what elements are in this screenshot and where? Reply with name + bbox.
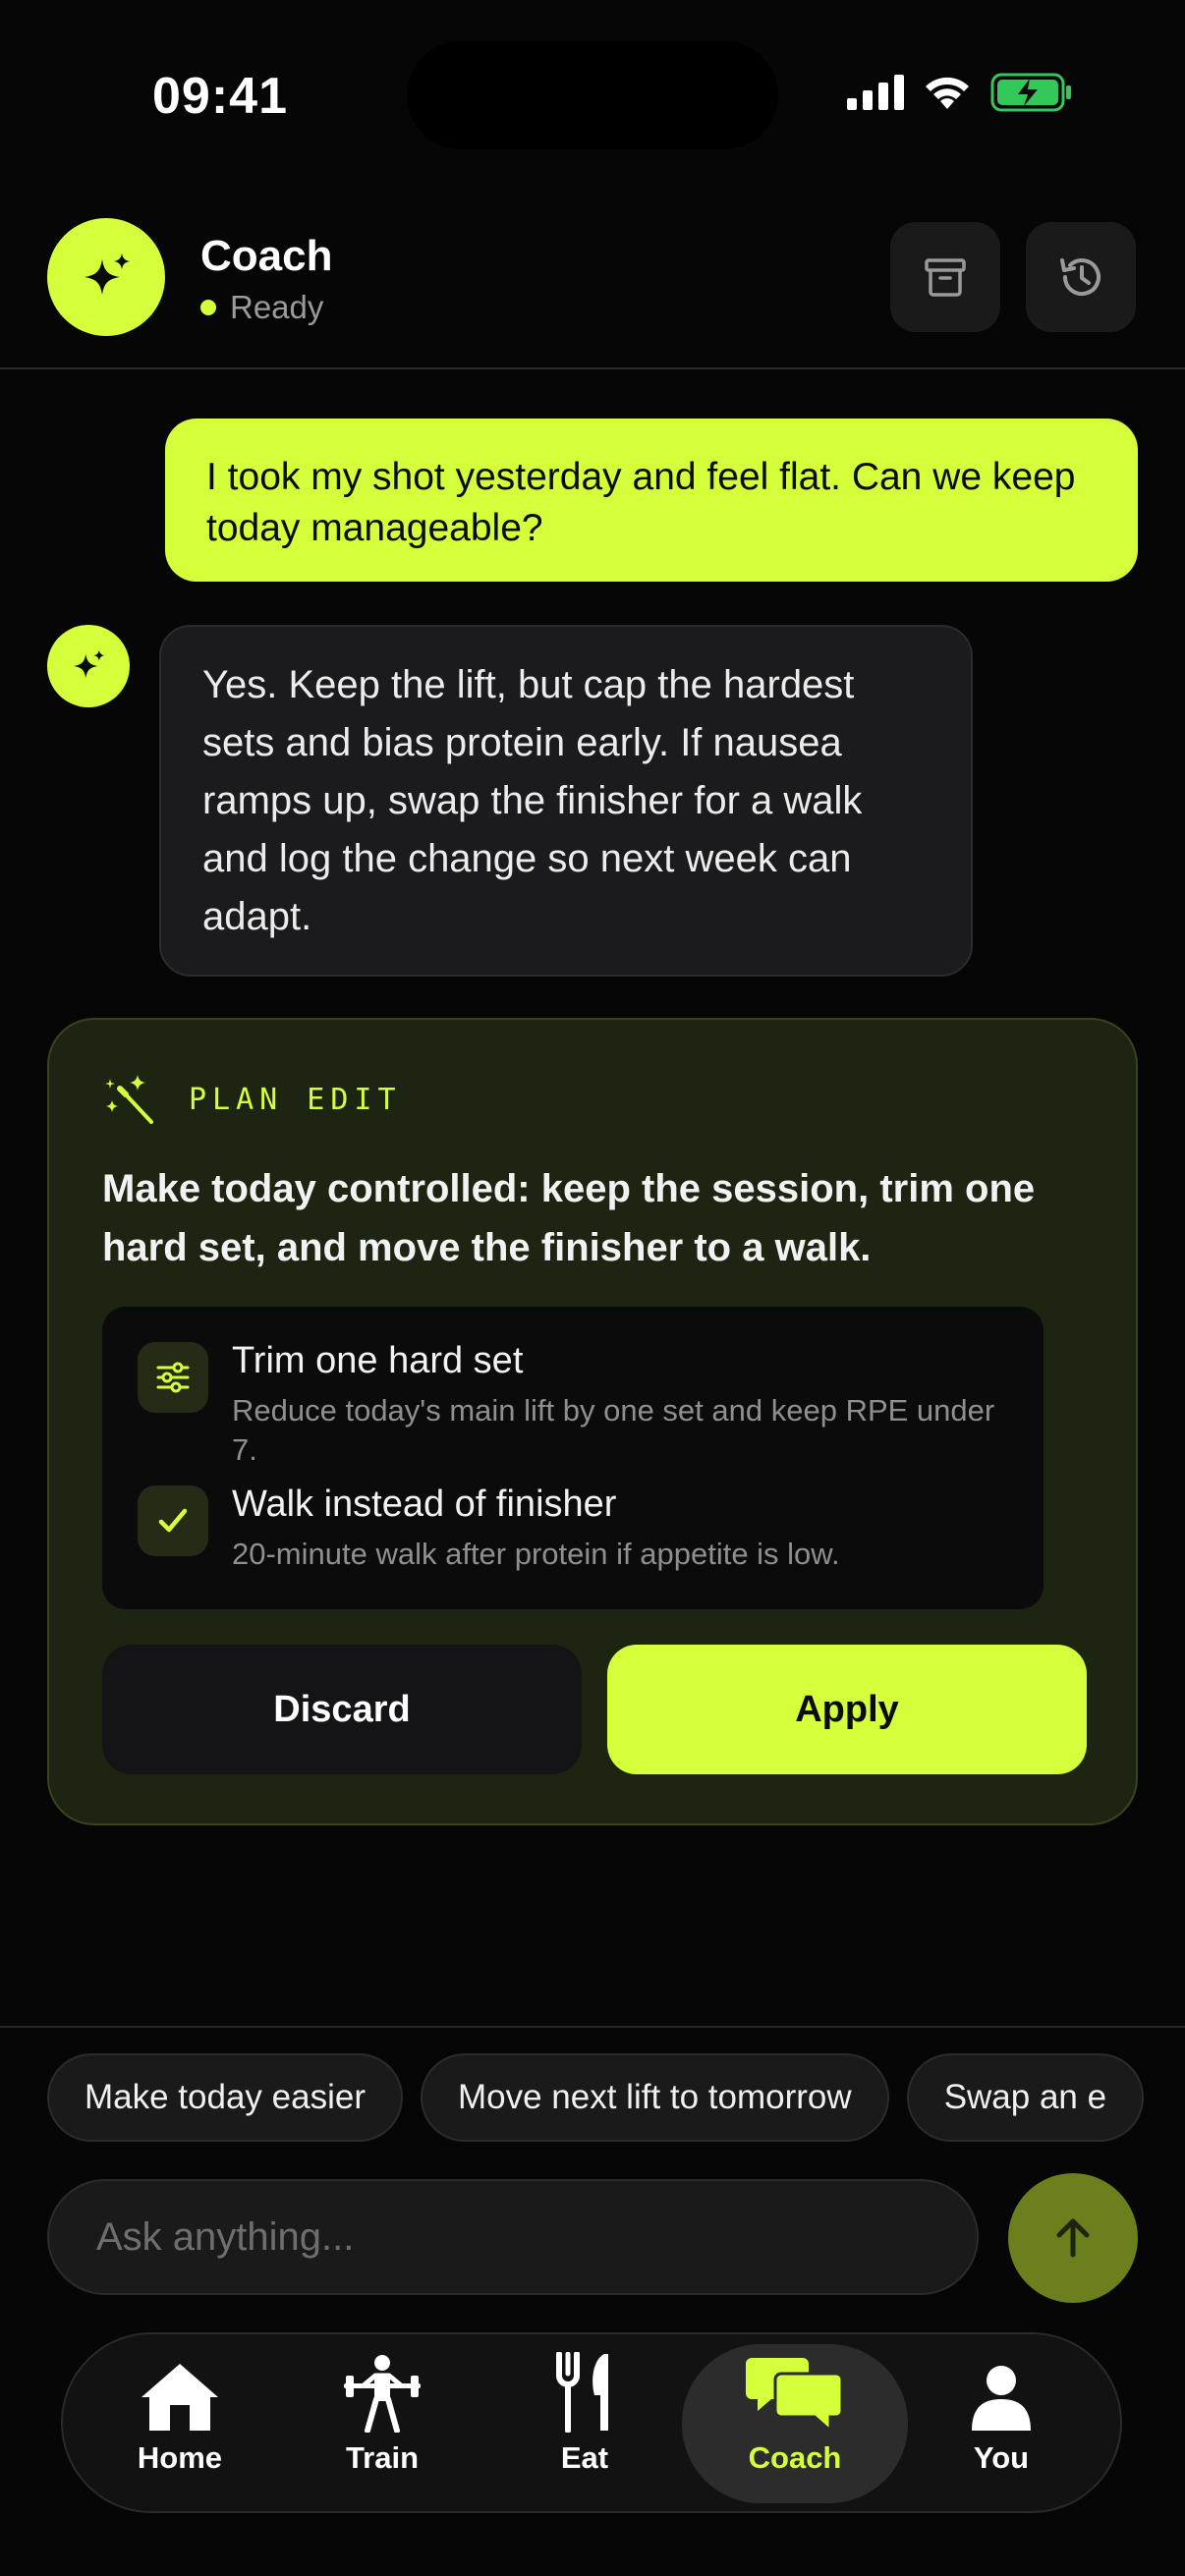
dynamic-island (407, 41, 778, 149)
plan-edit-card: PLAN EDIT Make today controlled: keep th… (47, 1018, 1138, 1825)
sparkles-icon (85, 253, 130, 295)
utensils-icon (556, 2352, 608, 2433)
coach-avatar-small (47, 625, 130, 707)
check-icon (158, 1508, 188, 1533)
plan-edit-summary: Make today controlled: keep the session,… (102, 1167, 1036, 1269)
chat-icon (746, 2358, 844, 2433)
change-item-description: 20-minute walk after protein if appetite… (232, 1537, 840, 1571)
barbell-icon (344, 2355, 421, 2433)
archive-button[interactable] (890, 222, 1000, 332)
status-icons (847, 73, 1073, 112)
status-label: Ready (230, 289, 324, 325)
plan-changes-list: Trim one hard set Reduce today's main li… (102, 1307, 1044, 1609)
coach-screen: 09:41 Coach Ready I took my shot yesterd… (0, 0, 1185, 2576)
magic-wand-icon (105, 1075, 153, 1124)
change-item-title: Walk instead of finisher (232, 1484, 617, 1525)
user-icon (972, 2366, 1031, 2431)
tab-label: Home (137, 2440, 223, 2475)
tab-label: Eat (560, 2440, 609, 2475)
change-item-title: Trim one hard set (232, 1340, 524, 1381)
sliders-icon (156, 1362, 190, 1393)
history-icon (1060, 258, 1100, 297)
history-button[interactable] (1026, 222, 1136, 332)
send-button[interactable] (1008, 2173, 1138, 2303)
coach-title: Coach (200, 232, 333, 280)
home-icon (141, 2364, 218, 2431)
user-message: I took my shot yesterday and feel flat. … (165, 419, 1138, 582)
tab-bar: Home Train Eat Coach You (61, 2332, 1122, 2513)
wifi-icon (926, 77, 969, 109)
status-dot (200, 300, 216, 315)
tab-label: You (973, 2440, 1030, 2475)
suggestion-chip[interactable]: Make today easier (47, 2053, 403, 2142)
tab-eat[interactable]: Eat (491, 2344, 678, 2503)
composer-divider (0, 2026, 1185, 2028)
archive-icon (925, 258, 966, 297)
change-item-description: Reduce today's main lift by one set and … (232, 1393, 995, 1467)
chat-header: Coach Ready (0, 218, 1185, 369)
change-item-icon (138, 1342, 208, 1413)
signal-icon (847, 75, 904, 110)
tab-label: Train (345, 2440, 420, 2475)
coach-avatar (47, 218, 165, 336)
tab-home[interactable]: Home (86, 2344, 273, 2503)
status-time: 09:41 (152, 68, 288, 125)
change-item-icon (138, 1485, 208, 1556)
discard-button[interactable]: Discard (102, 1645, 582, 1774)
tab-label: Coach (748, 2440, 842, 2475)
ask-input[interactable]: Ask anything... (47, 2179, 979, 2295)
suggestion-chips: Make today easier Move next lift to tomo… (47, 2053, 1145, 2142)
suggestion-chip[interactable]: Move next lift to tomorrow (420, 2053, 889, 2142)
arrow-up-icon (1056, 2218, 1090, 2258)
sparkles-icon (74, 649, 105, 679)
tab-coach[interactable]: Coach (682, 2344, 908, 2503)
tab-train[interactable]: Train (289, 2344, 476, 2503)
suggestion-chip[interactable]: Swap an e (906, 2053, 1145, 2142)
coach-message: Yes. Keep the lift, but cap the hardest … (159, 625, 973, 977)
tab-you[interactable]: You (908, 2344, 1095, 2503)
plan-edit-label: PLAN EDIT (189, 1083, 402, 1117)
coach-status: Ready (200, 289, 323, 326)
battery-charging-icon (990, 73, 1071, 112)
apply-button[interactable]: Apply (607, 1645, 1087, 1774)
